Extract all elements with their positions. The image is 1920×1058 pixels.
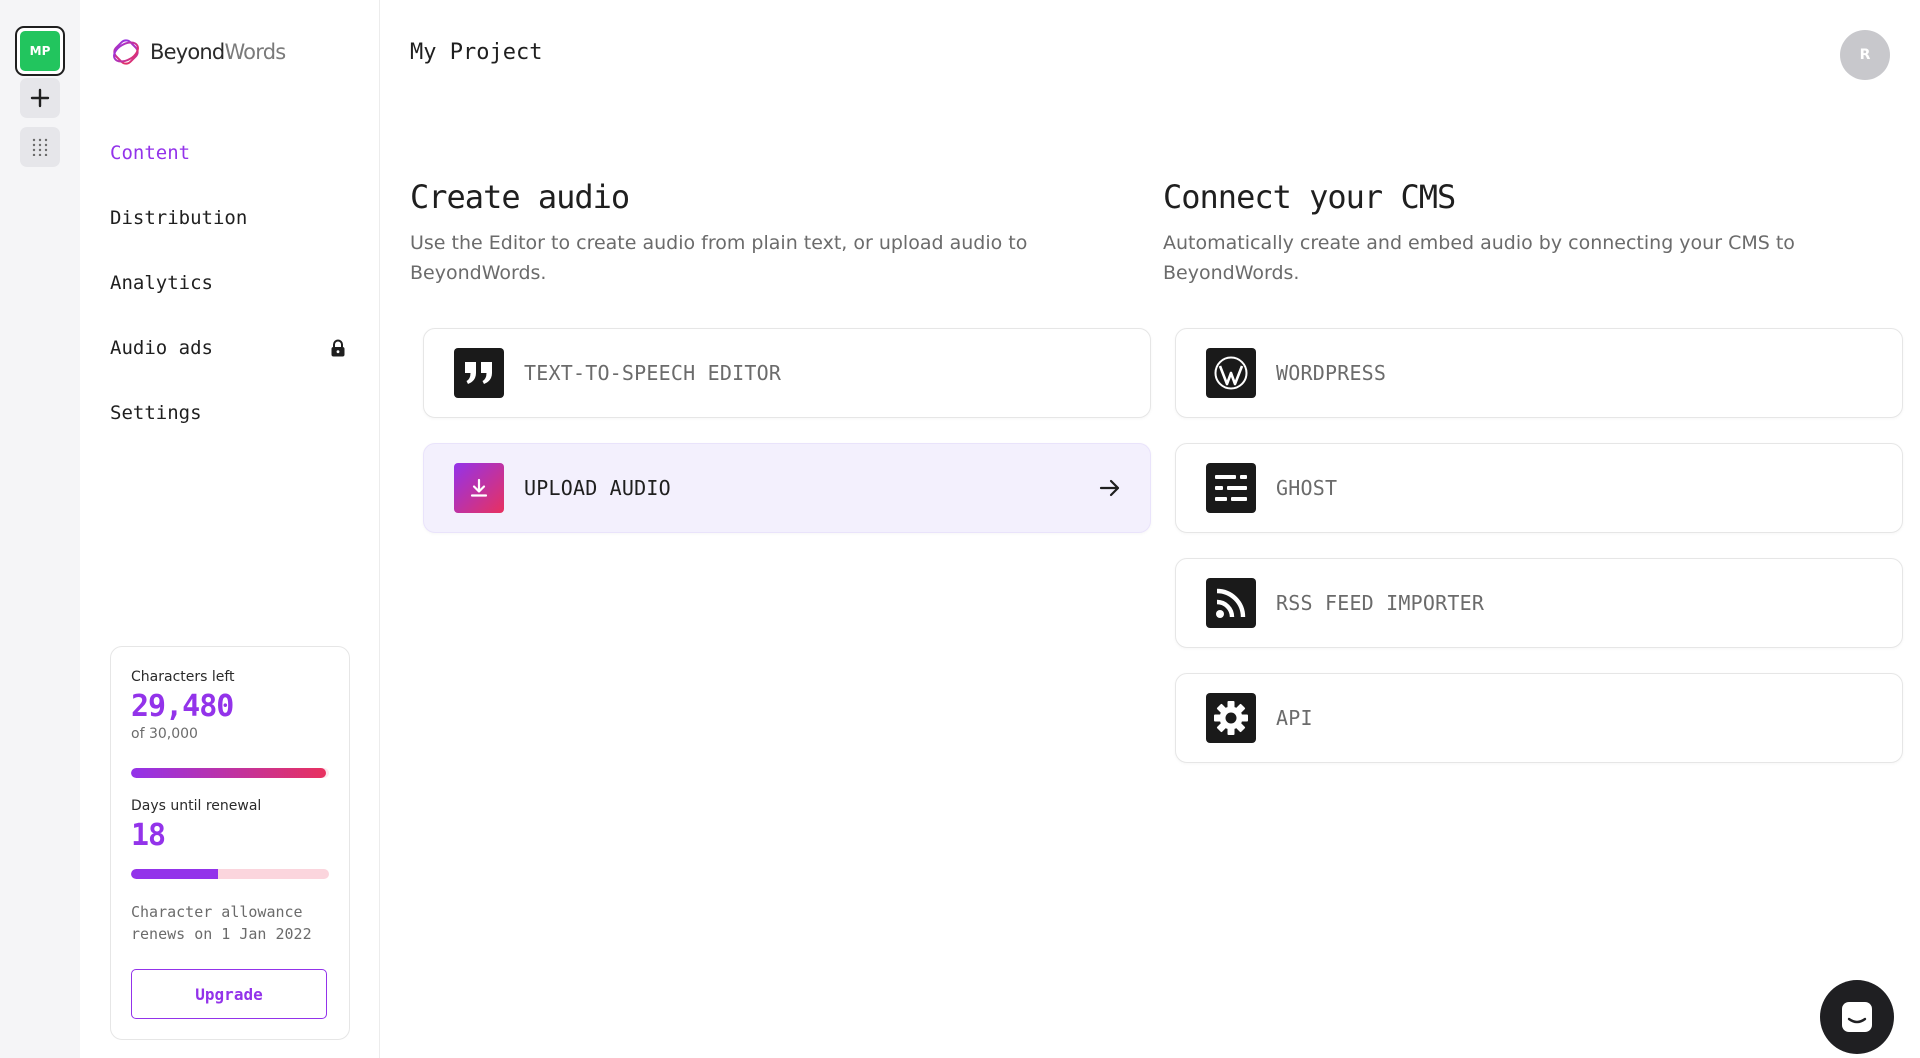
- characters-progress-fill: [131, 768, 326, 778]
- ghost-icon: [1206, 463, 1256, 513]
- plus-icon: [30, 88, 50, 108]
- characters-total: of 30,000: [131, 726, 198, 742]
- support-chat-button[interactable]: [1820, 980, 1894, 1054]
- nav-item-distribution[interactable]: Distribution: [110, 185, 350, 250]
- nav-item-audio-ads[interactable]: Audio ads: [110, 315, 350, 380]
- wordpress-option[interactable]: WORDPRESS: [1175, 328, 1903, 418]
- option-label: API: [1276, 706, 1313, 730]
- days-progress-bar: [131, 869, 329, 879]
- api-option[interactable]: API: [1175, 673, 1903, 763]
- characters-left-value: 29,480: [131, 689, 234, 724]
- project-rail: MP: [0, 0, 80, 1058]
- ghost-option[interactable]: GHOST: [1175, 443, 1903, 533]
- days-until-renewal-label: Days until renewal: [131, 798, 262, 814]
- nav-item-analytics[interactable]: Analytics: [110, 250, 350, 315]
- text-to-speech-editor-option[interactable]: TEXT-TO-SPEECH EDITOR: [423, 328, 1151, 418]
- nav-item-label: Content: [110, 141, 191, 164]
- option-label: GHOST: [1276, 476, 1338, 500]
- project-switcher[interactable]: MP: [15, 26, 65, 76]
- nav-item-label: Distribution: [110, 206, 248, 229]
- gear-icon: [1206, 693, 1256, 743]
- connect-cms-section: Connect your CMS Automatically create an…: [1163, 178, 1863, 288]
- quote-icon: [454, 348, 504, 398]
- all-projects-button[interactable]: [20, 127, 60, 167]
- days-until-renewal-value: 18: [131, 818, 166, 853]
- lock-icon: [331, 339, 345, 356]
- nav-item-content[interactable]: Content: [110, 120, 350, 185]
- upload-audio-option[interactable]: UPLOAD AUDIO: [423, 443, 1151, 533]
- create-audio-description: Use the Editor to create audio from plai…: [410, 232, 1028, 284]
- project-initials: MP: [20, 31, 60, 71]
- option-label: RSS FEED IMPORTER: [1276, 591, 1485, 615]
- nav-item-label: Settings: [110, 401, 202, 424]
- rss-feed-importer-option[interactable]: RSS FEED IMPORTER: [1175, 558, 1903, 648]
- create-audio-title: Create audio: [410, 178, 630, 216]
- main-nav: Content Distribution Analytics Audio ads…: [110, 120, 350, 445]
- option-label: UPLOAD AUDIO: [524, 476, 671, 500]
- avatar-initial: R: [1859, 47, 1871, 63]
- brand-name: BeyondWords: [150, 40, 286, 64]
- nav-item-label: Audio ads: [110, 336, 213, 359]
- wordpress-icon: [1206, 348, 1256, 398]
- renewal-note: Character allowance renews on 1 Jan 2022: [131, 903, 312, 943]
- rss-icon: [1206, 578, 1256, 628]
- connect-cms-description: Automatically create and embed audio by …: [1163, 232, 1795, 284]
- option-label: TEXT-TO-SPEECH EDITOR: [524, 361, 782, 385]
- days-progress-fill: [131, 869, 219, 879]
- option-label: WORDPRESS: [1276, 361, 1387, 385]
- beyondwords-logo-icon: [113, 39, 139, 65]
- chat-icon: [1842, 1002, 1872, 1032]
- arrow-right-icon: [1099, 479, 1120, 497]
- add-project-button[interactable]: [20, 78, 60, 118]
- characters-left-label: Characters left: [131, 669, 235, 685]
- sidebar: BeyondWords Content Distribution Analyti…: [80, 0, 380, 1058]
- user-avatar[interactable]: R: [1840, 30, 1890, 80]
- create-audio-section: Create audio Use the Editor to create au…: [410, 178, 1110, 288]
- characters-progress-bar: [131, 768, 329, 778]
- connect-cms-title: Connect your CMS: [1163, 178, 1456, 216]
- app-root: MP BeyondWords Content Distribution Anal…: [0, 0, 1920, 1058]
- nav-item-settings[interactable]: Settings: [110, 380, 350, 445]
- page-title: My Project: [410, 40, 543, 65]
- brand-logo[interactable]: BeyondWords: [110, 36, 286, 68]
- download-icon: [454, 463, 504, 513]
- usage-card: Characters left 29,480 of 30,000 Days un…: [110, 646, 350, 1040]
- nav-item-label: Analytics: [110, 271, 213, 294]
- grid-dots-icon: [32, 138, 48, 156]
- upgrade-button[interactable]: Upgrade: [131, 969, 327, 1019]
